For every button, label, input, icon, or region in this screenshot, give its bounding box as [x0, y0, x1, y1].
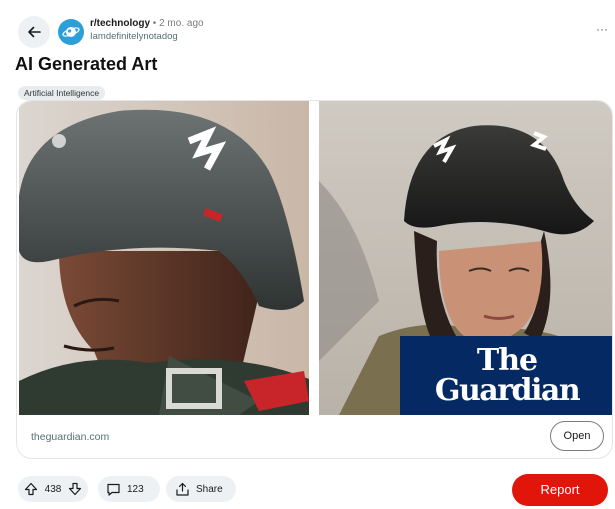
guardian-watermark: The Guardian — [400, 336, 612, 415]
arrow-left-icon — [26, 24, 42, 40]
post-meta: r/technology • 2 mo. ago Iamdefinitelyno… — [90, 18, 204, 43]
post-header: r/technology • 2 mo. ago Iamdefinitelyno… — [18, 14, 608, 50]
comment-icon — [106, 482, 121, 497]
vote-control: 438 — [18, 476, 88, 502]
share-icon — [175, 482, 190, 497]
action-bar: 438 123 Share Report — [18, 474, 608, 506]
vote-score: 438 — [44, 483, 62, 495]
meta-separator: • — [152, 18, 157, 29]
link-footer: theguardian.com Open — [17, 415, 612, 458]
downvote-icon[interactable] — [68, 482, 82, 496]
planet-icon — [62, 23, 80, 41]
subreddit-link[interactable]: r/technology — [90, 18, 150, 29]
left-portrait-image — [19, 101, 309, 415]
link-domain[interactable]: theguardian.com — [31, 431, 109, 443]
upvote-icon[interactable] — [24, 482, 38, 496]
back-button[interactable] — [18, 16, 50, 48]
subreddit-avatar[interactable] — [58, 19, 84, 45]
more-options-button[interactable]: ··· — [596, 22, 608, 36]
post-image[interactable]: The Guardian — [17, 101, 612, 415]
author-link[interactable]: Iamdefinitelynotadog — [90, 31, 204, 43]
link-card[interactable]: The Guardian theguardian.com Open — [16, 100, 613, 459]
share-button[interactable]: Share — [166, 476, 236, 502]
watermark-line2: Guardian — [434, 372, 581, 408]
post-flair[interactable]: Artificial Intelligence — [18, 86, 106, 100]
comment-count: 123 — [127, 483, 144, 495]
open-link-button[interactable]: Open — [550, 421, 604, 451]
post-title: AI Generated Art — [15, 54, 158, 74]
share-label: Share — [196, 483, 223, 495]
watermark-line1: The — [476, 342, 538, 378]
post-time: 2 mo. ago — [159, 18, 204, 29]
report-button[interactable]: Report — [512, 474, 608, 506]
comments-button[interactable]: 123 — [98, 476, 160, 502]
